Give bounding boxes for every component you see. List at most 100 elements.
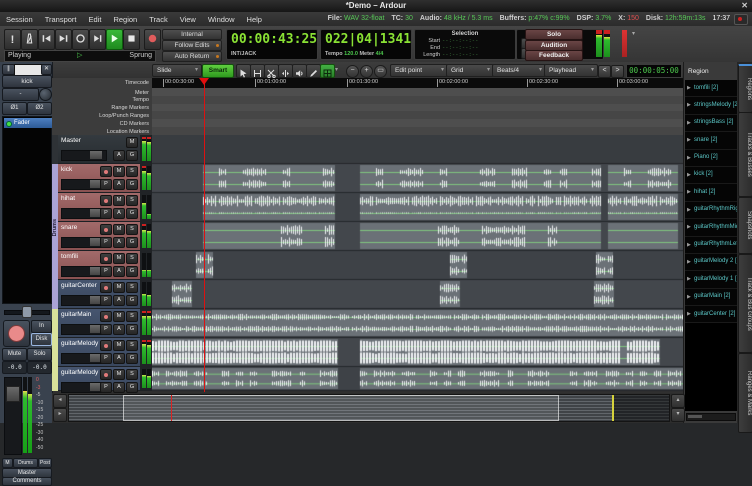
tool-grab-button[interactable] [236,64,251,78]
region-list-item[interactable]: ▶guitarRhythmMidd [685,219,737,236]
regions-list[interactable]: ▶tomfili [2]▶stringsMelody [2]▶stringsBa… [685,80,737,411]
region-list-item[interactable]: ▶tomfili [2] [685,80,737,97]
metronome-button[interactable] [21,29,38,50]
trim-button[interactable]: - [2,88,39,101]
region-list-item[interactable]: ▶guitarMelody 1 [2 [685,271,737,288]
p-button[interactable]: P [100,179,112,190]
mute-button[interactable]: M [113,253,125,264]
g-button[interactable]: G [126,353,138,364]
expand-arrow-icon[interactable]: ▶ [687,120,691,126]
footer-drums-button[interactable]: Drums [13,458,38,468]
mute-button[interactable]: M [113,369,125,380]
tab-tracks-busses[interactable]: Tracks & Busses [738,112,752,197]
mute-button[interactable]: Mute [2,348,27,361]
region-list-item[interactable]: ▶guitarMain [2] [685,289,737,306]
regions-hscrollbar[interactable] [686,413,736,421]
fader-processor[interactable]: Fader [4,118,58,128]
mixer-close-icon[interactable]: ✕ [41,64,52,75]
solo-button[interactable]: S [126,166,138,177]
track-header-guitarmain[interactable]: guitarMainMSPAG [58,309,140,338]
g-button[interactable]: G [126,295,138,306]
snap-mode-combo[interactable]: Grid▾ [446,64,494,77]
solo-button[interactable]: S [126,369,138,380]
region-list-item[interactable]: ▶kick [2] [685,167,737,184]
smart-mode-button[interactable]: Smart [202,64,234,78]
go-end-button[interactable] [55,29,72,50]
loop-button[interactable] [72,29,89,50]
record-enable-button[interactable] [100,224,112,235]
snap-unit-combo[interactable]: Beats/4▾ [492,64,546,77]
secondary-clock[interactable]: 022|04|1341 Tempo 120.0 Meter 4/4 [320,29,412,60]
region-list-item[interactable]: ▶guitarCenter [2] [685,306,737,323]
summary-overview[interactable] [68,394,670,422]
a-button[interactable]: A [113,295,125,306]
phase-1-button[interactable]: Ø1 [2,102,27,115]
playhead-line[interactable] [204,78,205,392]
gain-fader-handle[interactable] [6,386,20,402]
track-header-master[interactable]: MasterMAG [58,135,140,164]
expand-arrow-icon[interactable]: ▶ [687,102,691,108]
feedback-button[interactable]: Feedback [525,50,583,61]
expand-arrow-icon[interactable]: ▶ [687,172,691,178]
play-button[interactable] [106,29,123,50]
solo-button[interactable]: S [126,311,138,322]
mute-button[interactable]: M [113,195,125,206]
zoom-out-button[interactable]: − [346,65,359,78]
meter-options-chevron-icon[interactable]: ▾ [632,30,635,37]
go-start-button[interactable] [38,29,55,50]
expand-arrow-icon[interactable]: ▶ [687,294,691,300]
region-list-item[interactable]: ▶Piano [2] [685,150,737,167]
record-enable-button[interactable] [100,166,112,177]
expand-arrow-icon[interactable]: ▶ [687,137,691,143]
a-button[interactable]: A [113,353,125,364]
mute-button[interactable]: M [113,311,125,322]
monitor-disk-button[interactable]: Disk [31,333,52,346]
solo-button[interactable]: Solo [525,29,583,40]
menu-window[interactable]: Window [202,13,241,26]
a-button[interactable]: A [113,150,125,161]
solo-button[interactable]: Solo [27,348,52,361]
summary-zoom-out-button[interactable]: ▴ [671,394,685,408]
expand-arrow-icon[interactable]: ▶ [687,155,691,161]
track-header-guitarcenter[interactable]: guitarCenterMSPAG [58,280,140,309]
p-button[interactable]: P [100,295,112,306]
midi-panic-button[interactable]: ! [4,29,21,50]
zoom-in-button[interactable]: + [360,65,373,78]
record-enable-button[interactable] [100,282,112,293]
region-list-item[interactable]: ▶guitarRhythmLeft [685,237,737,254]
summary-scroll-right-button[interactable]: ▸ [53,408,67,422]
tool-internal-edit-button[interactable] [320,64,335,78]
summary-zoom-in-button[interactable]: ▾ [671,408,685,422]
footer-m-button[interactable]: M [2,458,13,468]
primary-clock[interactable]: 00:00:43:25 INT/JACK [226,29,318,60]
expand-arrow-icon[interactable]: ▶ [687,189,691,195]
zoom-focus-combo[interactable]: Edit point▾ [390,64,448,77]
track-header-guitarmelody-1[interactable]: guitarMelody 1MSPAG [58,338,140,367]
solo-button[interactable]: S [126,340,138,351]
tool-range-button[interactable] [250,64,265,78]
tab-snapshots[interactable]: Snapshots [738,197,752,254]
p-button[interactable]: P [100,237,112,248]
g-button[interactable]: G [126,237,138,248]
record-enable-button[interactable] [100,195,112,206]
expand-arrow-icon[interactable]: ▶ [687,85,691,91]
mute-button[interactable]: M [113,282,125,293]
menu-region[interactable]: Region [107,13,143,26]
processor-box[interactable]: Fader [2,116,52,304]
menu-transport[interactable]: Transport [39,13,83,26]
p-button[interactable]: P [100,353,112,364]
play-range-button[interactable] [89,29,106,50]
track-header-hihat[interactable]: hihatMSPAG [58,193,140,222]
a-button[interactable]: A [113,179,125,190]
record-button[interactable] [144,29,161,50]
menu-view[interactable]: View [174,13,202,26]
p-button[interactable]: P [100,324,112,335]
trim-knob[interactable] [39,88,52,101]
a-button[interactable]: A [113,382,125,393]
expand-arrow-icon[interactable]: ▶ [687,207,691,213]
arrange-canvas[interactable] [152,135,683,392]
a-button[interactable]: A [113,266,125,277]
a-button[interactable]: A [113,237,125,248]
tab-ranges-marks[interactable]: Ranges & Marks [738,353,752,433]
zoom-fit-button[interactable]: ▭ [374,65,387,78]
